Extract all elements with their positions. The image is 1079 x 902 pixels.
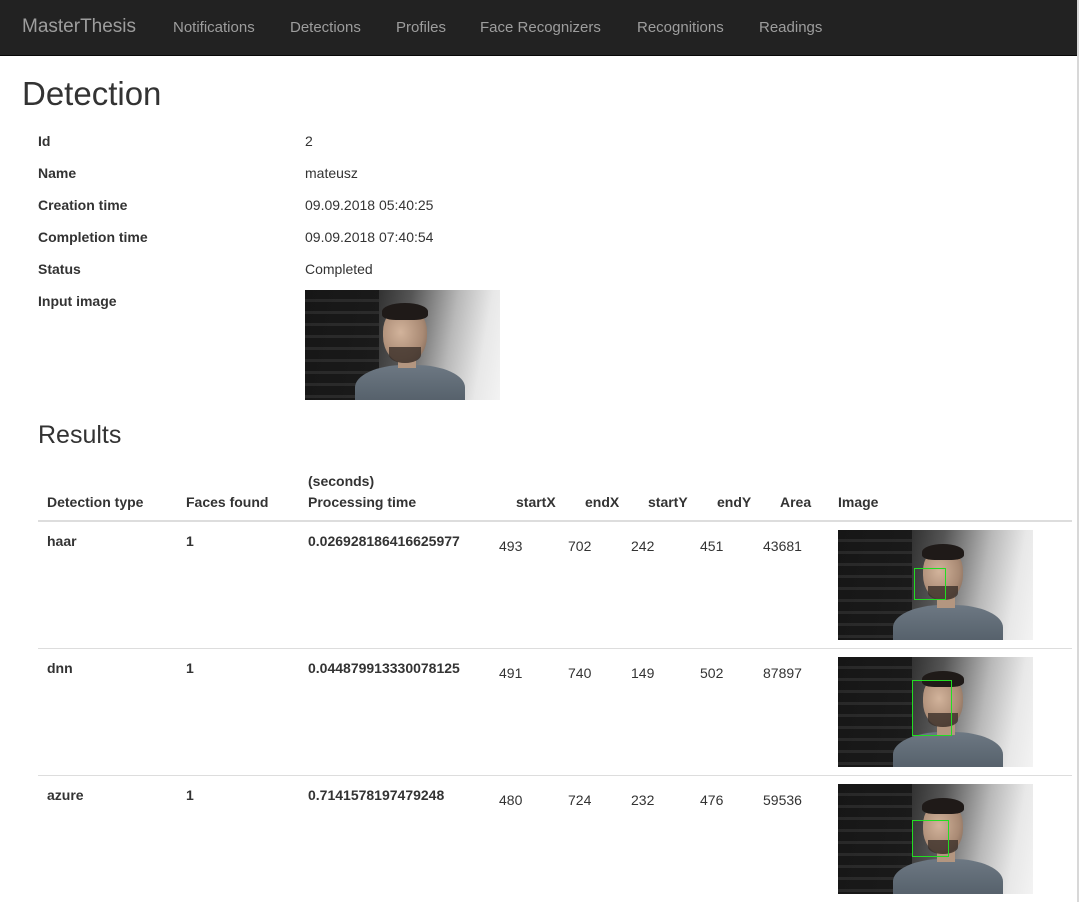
- row-azure-image: [838, 784, 1033, 894]
- nav-link-recognitions[interactable]: Recognitions: [637, 19, 724, 36]
- end-y-header: endY: [717, 494, 752, 510]
- row-dnn-end-x: 740: [568, 665, 592, 681]
- nav-link-profiles[interactable]: Profiles: [396, 19, 446, 36]
- area-header: Area: [780, 494, 812, 510]
- completion-time-label: Completion time: [38, 229, 148, 245]
- image-person-hoodie: [893, 605, 1003, 640]
- name-label: Name: [38, 165, 77, 181]
- table-header-divider: [38, 520, 1072, 522]
- row-haar-faces: 1: [186, 533, 194, 549]
- processing-time-header: Processing time: [308, 494, 417, 510]
- creation-time-value: 09.09.2018 05:40:25: [305, 197, 434, 213]
- name-value: mateusz: [305, 165, 358, 181]
- row-azure-type: azure: [47, 787, 84, 803]
- row-azure-area: 59536: [763, 792, 802, 808]
- row-haar-end-y: 451: [700, 538, 724, 554]
- face-detection-box: [912, 820, 949, 857]
- row-dnn-area: 87897: [763, 665, 802, 681]
- processing-time-unit-header: (seconds): [308, 473, 375, 489]
- face-detection-box: [914, 568, 946, 600]
- nav-link-readings[interactable]: Readings: [759, 19, 822, 36]
- row-dnn-faces: 1: [186, 660, 194, 676]
- row-haar-image: [838, 530, 1033, 640]
- brand-link[interactable]: MasterThesis: [22, 16, 136, 38]
- image-person-hoodie: [355, 365, 465, 400]
- row-azure-end-x: 724: [568, 792, 592, 808]
- image-person-hair: [922, 798, 964, 814]
- row-haar-time: 0.026928186416625977: [308, 533, 460, 549]
- start-y-header: startY: [648, 494, 688, 510]
- completion-time-value: 09.09.2018 07:40:54: [305, 229, 434, 245]
- results-heading: Results: [38, 421, 122, 449]
- start-x-header: startX: [516, 494, 556, 510]
- id-label: Id: [38, 133, 51, 149]
- row-haar-start-x: 493: [499, 538, 523, 554]
- row-dnn-time: 0.044879913330078125: [308, 660, 460, 676]
- creation-time-label: Creation time: [38, 197, 128, 213]
- image-person-hair: [382, 303, 428, 320]
- faces-found-header: Faces found: [186, 494, 269, 510]
- row-haar-area: 43681: [763, 538, 802, 554]
- face-detection-box: [912, 680, 952, 736]
- nav-link-notifications[interactable]: Notifications: [173, 19, 255, 36]
- row-haar-end-x: 702: [568, 538, 592, 554]
- row-haar-type: haar: [47, 533, 77, 549]
- row-dnn-type: dnn: [47, 660, 73, 676]
- row-dnn-end-y: 502: [700, 665, 724, 681]
- image-person-hair: [922, 544, 964, 560]
- row-dnn-start-x: 491: [499, 665, 523, 681]
- top-navbar: MasterThesis Notifications Detections Pr…: [0, 0, 1077, 56]
- row-dnn-start-y: 149: [631, 665, 655, 681]
- status-label: Status: [38, 261, 81, 277]
- nav-link-detections[interactable]: Detections: [290, 19, 361, 36]
- image-person-hoodie: [893, 859, 1003, 894]
- nav-link-face-recognizers[interactable]: Face Recognizers: [480, 19, 601, 36]
- row-azure-faces: 1: [186, 787, 194, 803]
- detection-type-header: Detection type: [47, 494, 144, 510]
- row-divider: [38, 775, 1072, 776]
- id-value: 2: [305, 133, 313, 149]
- row-azure-start-x: 480: [499, 792, 523, 808]
- row-dnn-image: [838, 657, 1033, 767]
- input-image-label: Input image: [38, 293, 117, 309]
- image-person-hoodie: [893, 732, 1003, 767]
- row-azure-start-y: 232: [631, 792, 655, 808]
- end-x-header: endX: [585, 494, 620, 510]
- status-value: Completed: [305, 261, 373, 277]
- row-azure-time: 0.7141578197479248: [308, 787, 445, 803]
- row-haar-start-y: 242: [631, 538, 655, 554]
- row-azure-end-y: 476: [700, 792, 724, 808]
- page-title: Detection: [22, 75, 162, 112]
- image-header: Image: [838, 494, 879, 510]
- input-image: [305, 290, 500, 400]
- row-divider: [38, 648, 1072, 649]
- image-person-beard: [389, 347, 421, 363]
